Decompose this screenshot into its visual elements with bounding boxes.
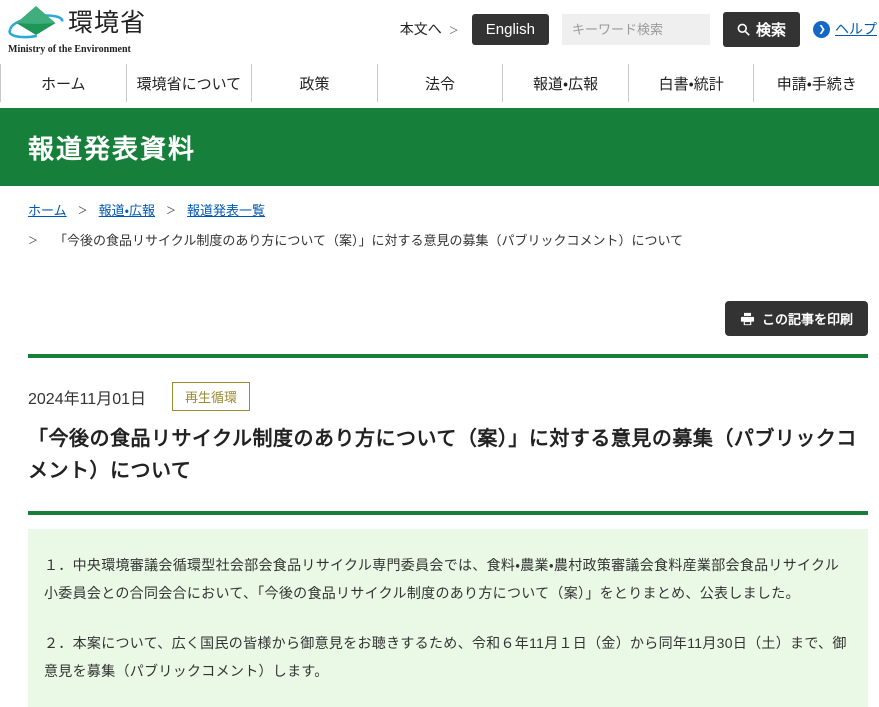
print-article-button[interactable]: この記事を印刷	[725, 301, 868, 336]
printer-icon	[740, 312, 755, 326]
global-nav: ホーム 環境省について 政策 法令 報道・広報 白書・統計 申請・手続き	[0, 58, 879, 108]
category-badge: 再生循環	[172, 382, 250, 411]
chevron-right-icon: ＞	[449, 22, 459, 37]
help-link-label: ヘルプ	[835, 19, 877, 39]
page-title: 報道発表資料	[28, 129, 196, 166]
search-button-label: 検索	[756, 19, 786, 40]
ministry-logo[interactable]: 環境省 Ministry of the Environment	[8, 4, 146, 55]
help-link[interactable]: ❯ ヘルプ	[813, 19, 877, 39]
divider-rule	[28, 354, 868, 358]
nav-item-policy[interactable]: 政策	[251, 64, 377, 102]
help-circle-icon: ❯	[813, 21, 830, 38]
nav-item-home[interactable]: ホーム	[0, 64, 126, 102]
article-meta: 2024年11月01日 再生循環	[28, 382, 868, 411]
logo-title: 環境省	[68, 11, 146, 36]
article-summary-box: １．中央環境審議会循環型社会部会食品リサイクル専門委員会では、食料・農業・農村政…	[28, 529, 868, 707]
article-title: 「今後の食品リサイクル制度のあり方について（案）」に対する意見の募集（パブリック…	[28, 423, 868, 487]
page-banner: 報道発表資料	[0, 108, 879, 186]
article-date: 2024年11月01日	[28, 385, 146, 409]
skip-link-label: 本文へ	[400, 19, 442, 39]
breadcrumb-link-press[interactable]: 報道・広報	[99, 200, 155, 219]
breadcrumb-separator-icon: ＞	[78, 202, 88, 217]
search-icon	[737, 23, 750, 36]
ministry-logo-icon	[8, 4, 64, 44]
breadcrumb-separator-icon: ＞	[166, 202, 176, 217]
divider-rule	[28, 511, 868, 515]
print-button-label: この記事を印刷	[762, 309, 853, 328]
summary-paragraph-1: １．中央環境審議会循環型社会部会食品リサイクル専門委員会では、食料・農業・農村政…	[44, 551, 852, 607]
logo-subtitle: Ministry of the Environment	[8, 45, 146, 55]
nav-item-about[interactable]: 環境省について	[126, 64, 252, 102]
breadcrumb-link-press-list[interactable]: 報道発表一覧	[187, 200, 265, 219]
site-header: 環境省 Ministry of the Environment 本文へ ＞ En…	[0, 0, 879, 58]
header-utilities: 本文へ ＞ English 検索 ❯ ヘルプ	[400, 12, 877, 47]
nav-item-laws[interactable]: 法令	[377, 64, 503, 102]
skip-to-content-link[interactable]: 本文へ ＞	[400, 19, 459, 39]
english-button[interactable]: English	[472, 14, 549, 45]
breadcrumb-link-home[interactable]: ホーム	[28, 200, 67, 219]
nav-item-press[interactable]: 報道・広報	[502, 64, 628, 102]
breadcrumb: ホーム ＞ 報道・広報 ＞ 報道発表一覧 ＞ 「今後の食品リサイクル制度のあり方…	[28, 200, 869, 249]
search-input[interactable]	[562, 14, 710, 45]
breadcrumb-current-page: 「今後の食品リサイクル制度のあり方について（案）」に対する意見の募集（パブリック…	[54, 230, 683, 249]
article-toolbar: この記事を印刷	[0, 301, 868, 336]
summary-paragraph-2: ２．本案について、広く国民の皆様から御意見をお聴きするため、令和６年11月１日（…	[44, 629, 852, 685]
nav-item-procedures[interactable]: 申請・手続き	[753, 64, 879, 102]
breadcrumb-separator-icon: ＞	[28, 232, 38, 247]
nav-item-whitepaper[interactable]: 白書・統計	[628, 64, 754, 102]
search-button[interactable]: 検索	[723, 12, 800, 47]
